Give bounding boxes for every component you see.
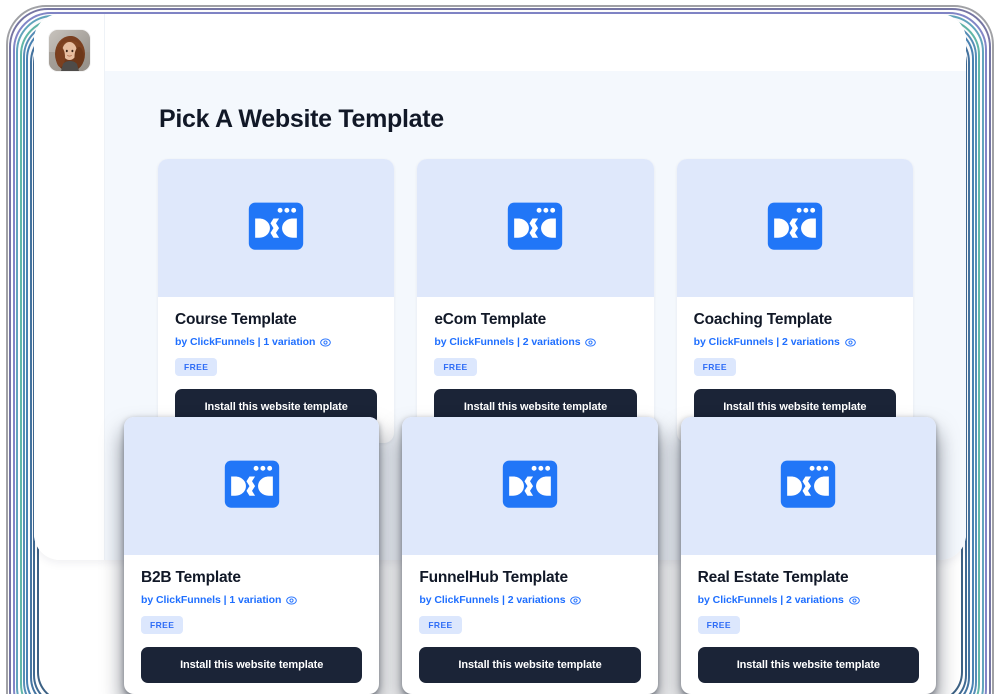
clickfunnels-window-icon [767, 202, 822, 250]
template-author-line: by ClickFunnels | 2 variations [697, 594, 844, 606]
install-template-button[interactable]: Install this website template [419, 647, 641, 683]
clickfunnels-window-icon [224, 460, 279, 508]
template-author-line: by ClickFunnels | 1 variation [141, 594, 282, 606]
template-title: Real Estate Template [697, 569, 849, 586]
price-badge: FREE [697, 616, 740, 634]
template-title: B2B Template [141, 569, 241, 586]
clickfunnels-window-icon [781, 460, 836, 508]
template-card-body: B2B Template by ClickFunnels | 1 variatio… [124, 555, 379, 694]
template-thumbnail [158, 159, 395, 297]
clickfunnels-window-icon [502, 460, 558, 508]
price-badge: FREE [175, 358, 218, 376]
avatar[interactable] [49, 30, 90, 71]
screenshot-stage: Pick A Website Template Course Template b… [0, 0, 1000, 694]
eye-preview-icon[interactable] [320, 337, 332, 348]
template-author-line: by ClickFunnels | 1 variation [175, 336, 316, 348]
template-card[interactable]: Course Template by ClickFunnels | 1 varia… [158, 159, 395, 443]
app-sidebar-rail[interactable] [34, 14, 105, 560]
template-meta: by ClickFunnels | 2 variations [698, 594, 919, 606]
page-title: Pick A Website Template [159, 105, 444, 133]
template-author-line: by ClickFunnels | 2 variations [419, 594, 566, 606]
eye-preview-icon[interactable] [849, 595, 860, 606]
install-template-button[interactable]: Install this website template [697, 647, 919, 683]
template-meta: by ClickFunnels | 1 variation [175, 336, 377, 348]
template-thumbnail [124, 417, 380, 555]
template-grid-overflow: B2B Template by ClickFunnels | 1 variatio… [124, 417, 936, 694]
template-card[interactable]: eCom Template by ClickFunnels | 2 variati… [417, 159, 654, 443]
clickfunnels-window-icon [508, 202, 563, 250]
template-title: Coaching Template [693, 311, 833, 328]
price-badge: FREE [434, 358, 477, 376]
price-badge: FREE [419, 616, 462, 634]
template-thumbnail [417, 159, 654, 297]
eye-preview-icon[interactable] [570, 595, 582, 606]
clickfunnels-window-icon [248, 202, 304, 250]
template-grid: Course Template by ClickFunnels | 1 varia… [158, 159, 913, 443]
eye-preview-icon[interactable] [286, 595, 298, 606]
template-card-body: FunnelHub Template by ClickFunnels | 2 va… [402, 555, 657, 694]
template-author-line: by ClickFunnels | 2 variations [693, 336, 840, 348]
template-meta: by ClickFunnels | 1 variation [141, 594, 362, 606]
template-card[interactable]: B2B Template by ClickFunnels | 1 variatio… [124, 417, 380, 694]
template-card-body: Real Estate Template by ClickFunnels | 2 … [681, 555, 936, 694]
eye-preview-icon[interactable] [585, 337, 597, 348]
install-template-button[interactable]: Install this website template [141, 647, 363, 683]
template-card[interactable]: FunnelHub Template by ClickFunnels | 2 va… [402, 417, 658, 694]
template-title: eCom Template [434, 311, 546, 328]
template-thumbnail [402, 417, 658, 555]
template-author-line: by ClickFunnels | 2 variations [434, 336, 581, 348]
price-badge: FREE [693, 358, 736, 376]
template-meta: by ClickFunnels | 2 variations [694, 336, 896, 348]
template-card[interactable]: Coaching Template by ClickFunnels | 2 var… [676, 159, 913, 443]
template-thumbnail [680, 417, 936, 555]
template-thumbnail [676, 159, 913, 297]
template-title: FunnelHub Template [419, 569, 568, 586]
price-badge: FREE [141, 616, 184, 634]
eye-preview-icon[interactable] [845, 337, 856, 348]
template-meta: by ClickFunnels | 2 variations [434, 336, 636, 348]
template-title: Course Template [175, 311, 297, 328]
template-meta: by ClickFunnels | 2 variations [419, 594, 640, 606]
template-card[interactable]: Real Estate Template by ClickFunnels | 2 … [680, 417, 936, 694]
